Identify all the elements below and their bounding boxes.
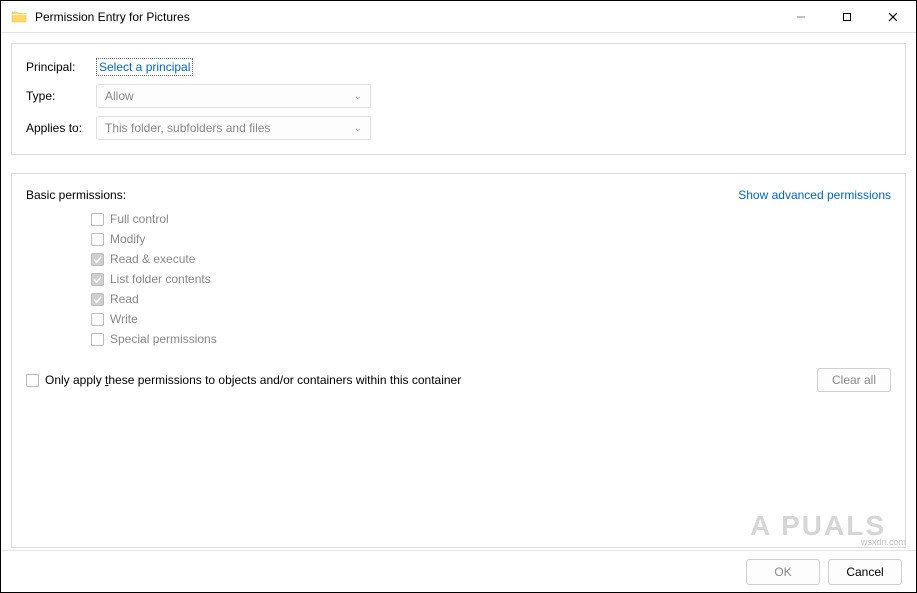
principal-label: Principal: <box>26 60 96 74</box>
permissions-panel: Basic permissions: Show advanced permiss… <box>11 173 906 548</box>
principal-row: Principal: Select a principal <box>26 58 891 76</box>
permission-label: Write <box>110 312 138 326</box>
folder-icon <box>11 9 27 25</box>
permission-label: Read & execute <box>110 252 195 266</box>
select-principal-link[interactable]: Select a principal <box>96 58 193 76</box>
permissions-list: Full control Modify Read & execute List fol… <box>91 212 891 346</box>
permission-label: Full control <box>110 212 169 226</box>
applies-label: Applies to: <box>26 121 96 135</box>
type-select[interactable]: Allow ⌄ <box>96 84 371 108</box>
type-row: Type: Allow ⌄ <box>26 84 891 108</box>
chevron-down-icon: ⌄ <box>354 123 362 134</box>
permission-item: Read & execute <box>91 252 891 266</box>
only-apply-checkbox[interactable] <box>26 374 39 387</box>
permission-item: Read <box>91 292 891 306</box>
applies-value: This folder, subfolders and files <box>105 121 270 135</box>
permission-item: Full control <box>91 212 891 226</box>
permission-label: Read <box>110 292 139 306</box>
applies-select[interactable]: This folder, subfolders and files ⌄ <box>96 116 371 140</box>
principal-panel: Principal: Select a principal Type: Allo… <box>11 43 906 155</box>
permission-item: Special permissions <box>91 332 891 346</box>
permission-checkbox[interactable] <box>91 253 104 266</box>
permission-item: Write <box>91 312 891 326</box>
ok-button[interactable]: OK <box>746 559 820 585</box>
permission-checkbox[interactable] <box>91 233 104 246</box>
basic-permissions-title: Basic permissions: <box>26 188 126 202</box>
dialog-footer: OK Cancel <box>1 550 916 592</box>
permission-item: List folder contents <box>91 272 891 286</box>
permission-checkbox[interactable] <box>91 293 104 306</box>
only-apply-label: Only apply these permissions to objects … <box>45 373 461 387</box>
minimize-button[interactable] <box>778 1 824 32</box>
permission-label: List folder contents <box>110 272 211 286</box>
permission-label: Special permissions <box>110 332 217 346</box>
cancel-button[interactable]: Cancel <box>828 559 902 585</box>
permission-label: Modify <box>110 232 145 246</box>
titlebar: Permission Entry for Pictures <box>1 1 916 33</box>
window-title: Permission Entry for Pictures <box>35 10 778 24</box>
permission-checkbox[interactable] <box>91 313 104 326</box>
permission-checkbox[interactable] <box>91 273 104 286</box>
show-advanced-link[interactable]: Show advanced permissions <box>738 188 891 202</box>
window-controls <box>778 1 916 32</box>
clear-all-button[interactable]: Clear all <box>817 368 891 392</box>
applies-row: Applies to: This folder, subfolders and … <box>26 116 891 140</box>
type-value: Allow <box>105 89 134 103</box>
permission-item: Modify <box>91 232 891 246</box>
permission-checkbox[interactable] <box>91 213 104 226</box>
chevron-down-icon: ⌄ <box>354 91 362 102</box>
maximize-button[interactable] <box>824 1 870 32</box>
close-button[interactable] <box>870 1 916 32</box>
type-label: Type: <box>26 89 96 103</box>
permission-checkbox[interactable] <box>91 333 104 346</box>
